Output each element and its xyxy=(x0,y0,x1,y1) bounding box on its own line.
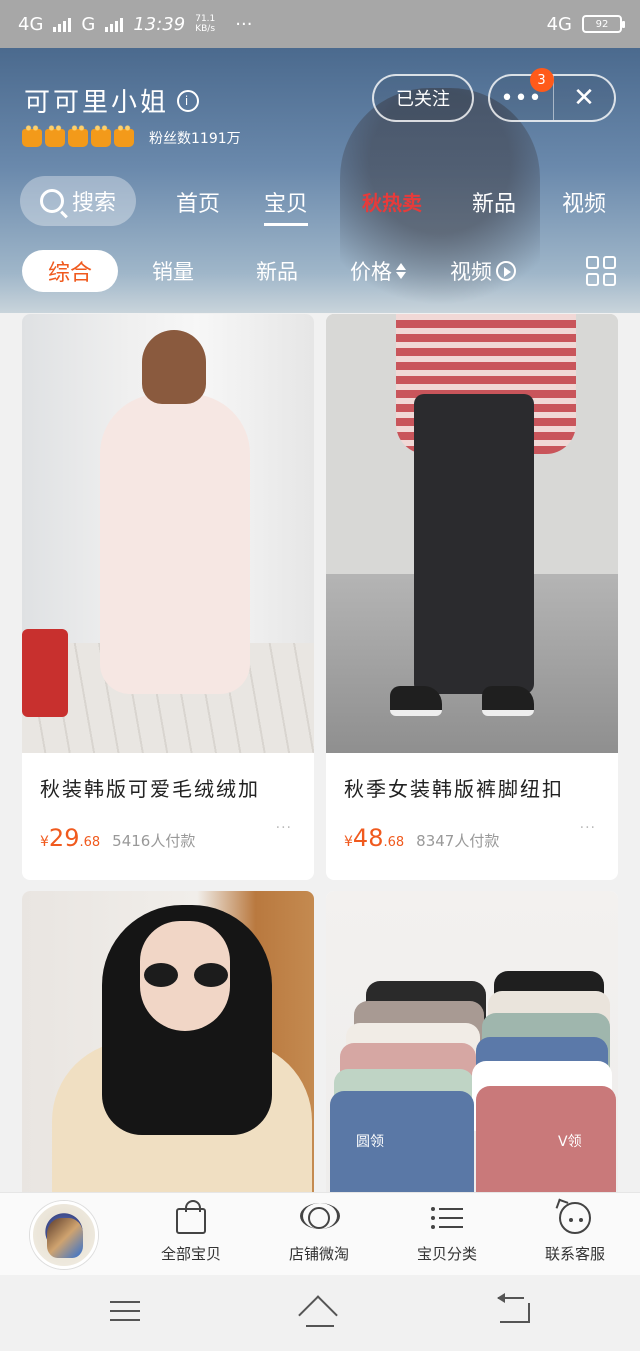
shop-rating: 粉丝数1191万 xyxy=(22,124,241,148)
layout-grid-icon[interactable] xyxy=(586,256,616,286)
tab-customer-service-label: 联系客服 xyxy=(544,1245,605,1263)
network-label: 4G xyxy=(18,13,44,35)
product-image[interactable] xyxy=(22,314,314,753)
product-card[interactable]: 秋装韩版可爱毛绒绒加 ¥29.68 5416人付款 ··· xyxy=(22,314,314,880)
sold-count: 8347人付款 xyxy=(416,832,500,850)
currency-symbol: ¥ xyxy=(40,834,49,850)
status-bar: 4G G 13:39 71.1 KB/s ··· 4G 92 xyxy=(0,0,640,48)
sort-video-label: 视频 xyxy=(450,260,492,284)
product-more-icon[interactable]: ··· xyxy=(580,820,596,836)
signal-icon-2 xyxy=(105,16,124,32)
tab-customer-service[interactable]: 联系客服 xyxy=(520,1201,630,1264)
product-card[interactable]: 圆领 V领 xyxy=(326,891,618,1194)
tab-new[interactable]: 新品 xyxy=(472,186,516,218)
mini-program-capsule: ••• 3 ✕ xyxy=(488,68,616,122)
tab-all-products-label: 全部宝贝 xyxy=(160,1245,221,1263)
menu-icon[interactable] xyxy=(110,1301,140,1321)
back-icon[interactable] xyxy=(497,1293,530,1323)
home-icon[interactable] xyxy=(300,1299,340,1327)
sort-bar: 综合 销量 新品 价格 视频 xyxy=(0,246,640,298)
product-image[interactable] xyxy=(326,314,618,753)
net-speed-value: 71.1 xyxy=(195,14,216,24)
product-title: 秋装韩版可爱毛绒绒加 xyxy=(40,777,260,801)
sort-price[interactable]: 价格 xyxy=(350,256,406,286)
tab-shop-feed-label: 店铺微淘 xyxy=(288,1245,349,1263)
network-label-2: G xyxy=(81,13,96,35)
play-icon xyxy=(496,261,516,281)
sort-comprehensive[interactable]: 综合 xyxy=(22,250,118,292)
more-notifications: ··· xyxy=(235,13,253,35)
tab-video[interactable]: 视频 xyxy=(562,186,606,218)
crown-icon xyxy=(68,124,88,147)
crown-icon xyxy=(91,124,111,147)
sort-sales-label: 销量 xyxy=(152,260,194,284)
follow-button[interactable]: 已关注 xyxy=(372,74,474,122)
list-icon xyxy=(431,1207,463,1229)
fans-count: 粉丝数1191万 xyxy=(149,131,241,147)
product-title: 秋季女装韩版裤脚纽扣 xyxy=(344,777,564,801)
price-decimal: .68 xyxy=(79,835,101,850)
product-card[interactable]: 秋季女装韩版裤脚纽扣 ¥48.68 8347人付款 ··· xyxy=(326,314,618,880)
info-icon[interactable]: i xyxy=(177,89,200,112)
shop-title[interactable]: 可可里小姐 i xyxy=(24,82,200,119)
crown-icon xyxy=(114,124,134,147)
clock: 13:39 xyxy=(133,13,186,35)
sort-new[interactable]: 新品 xyxy=(256,256,298,286)
tab-categories[interactable]: 宝贝分类 xyxy=(392,1201,502,1264)
net-speed-unit: KB/s xyxy=(195,24,216,34)
search-button[interactable]: 搜索 xyxy=(20,176,136,226)
currency-symbol: ¥ xyxy=(344,834,353,850)
tab-all-products[interactable]: 全部宝贝 xyxy=(136,1200,246,1264)
tab-products[interactable]: 宝贝 xyxy=(264,186,309,226)
shop-tab-bar: 全部宝贝 店铺微淘 宝贝分类 联系客服 xyxy=(0,1192,640,1275)
price-integer: 48 xyxy=(352,824,384,852)
sort-arrows-icon xyxy=(396,263,406,279)
crown-icon xyxy=(22,124,42,147)
image-label-round-neck: 圆领 xyxy=(356,1134,384,1150)
shop-name-text: 可可里小姐 xyxy=(24,88,170,118)
net-speed: 71.1 KB/s xyxy=(195,14,215,34)
shop-avatar[interactable] xyxy=(30,1201,98,1269)
broadcast-icon xyxy=(300,1203,340,1233)
sort-sales[interactable]: 销量 xyxy=(152,256,194,286)
product-more-icon[interactable]: ··· xyxy=(276,820,292,836)
product-grid: 秋装韩版可爱毛绒绒加 ¥29.68 5416人付款 ··· 秋季女装韩版裤脚纽扣… xyxy=(22,314,619,1194)
product-card[interactable] xyxy=(22,891,314,1194)
close-button[interactable]: ✕ xyxy=(554,76,614,120)
tab-categories-label: 宝贝分类 xyxy=(416,1245,477,1263)
image-label-v-neck: V领 xyxy=(558,1134,582,1150)
sort-new-label: 新品 xyxy=(256,260,298,284)
product-image[interactable]: 圆领 V领 xyxy=(326,891,618,1194)
battery-level: 92 xyxy=(595,18,609,30)
search-icon xyxy=(39,189,64,213)
shop-header: 可可里小姐 i 粉丝数1191万 已关注 ••• 3 ✕ 搜索 首页 宝贝 秋热… xyxy=(0,48,640,313)
search-label: 搜索 xyxy=(71,191,116,216)
tab-home[interactable]: 首页 xyxy=(176,186,220,218)
more-button[interactable]: ••• 3 xyxy=(490,68,554,120)
price-decimal: .68 xyxy=(383,835,405,850)
notification-badge: 3 xyxy=(530,68,554,92)
product-image[interactable] xyxy=(22,891,314,1194)
shopping-bag-icon xyxy=(176,1200,206,1234)
tab-autumn-hot[interactable]: 秋热卖 xyxy=(362,187,422,216)
signal-icon xyxy=(53,16,72,32)
product-price: ¥29.68 xyxy=(40,824,100,852)
battery-icon: 92 xyxy=(582,15,625,33)
system-nav-bar xyxy=(0,1275,640,1351)
tab-shop-feed[interactable]: 店铺微淘 xyxy=(264,1201,374,1264)
network-label-right: 4G xyxy=(546,13,572,35)
crown-icon xyxy=(45,124,65,147)
price-integer: 29 xyxy=(48,824,80,852)
customer-service-icon xyxy=(559,1202,591,1234)
product-price: ¥48.68 xyxy=(344,824,404,852)
shop-nav: 搜索 首页 宝贝 秋热卖 新品 视频 xyxy=(0,174,640,228)
sold-count: 5416人付款 xyxy=(112,832,196,850)
sort-price-label: 价格 xyxy=(350,260,392,284)
sort-video[interactable]: 视频 xyxy=(450,256,516,286)
